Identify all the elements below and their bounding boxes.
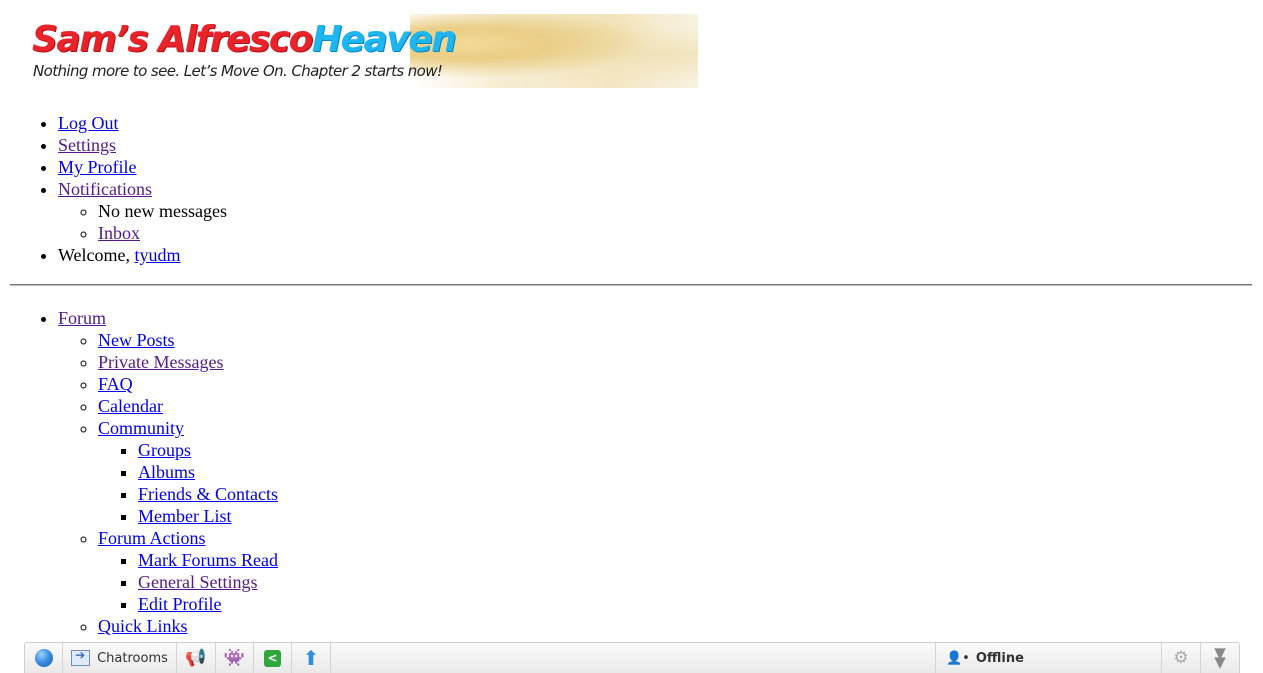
- forum-nav: Forum New Posts Private Messages FAQ Cal…: [18, 307, 278, 637]
- friends-contacts-link[interactable]: Friends & Contacts: [138, 484, 278, 504]
- scroll-top-button[interactable]: ⬆: [292, 643, 331, 673]
- settings-link[interactable]: Settings: [58, 135, 116, 155]
- faq-link[interactable]: FAQ: [98, 374, 133, 394]
- chat-home-button[interactable]: [25, 643, 63, 673]
- nav-item-friends-contacts: Friends & Contacts: [138, 483, 278, 505]
- mark-forums-read-link[interactable]: Mark Forums Read: [138, 550, 278, 570]
- collapse-icon: ▼ ▼: [1214, 644, 1226, 671]
- chatrooms-button[interactable]: Chatrooms: [63, 643, 177, 673]
- forum-link[interactable]: Forum: [58, 308, 106, 328]
- new-posts-link[interactable]: New Posts: [98, 330, 175, 350]
- no-new-messages-text: No new messages: [98, 200, 227, 222]
- banner-tagline: Nothing more to see. Let’s Move On. Chap…: [33, 62, 443, 80]
- invader-icon: 👾: [223, 647, 246, 668]
- private-messages-link[interactable]: Private Messages: [98, 352, 223, 372]
- welcome-item: Welcome, tyudm: [58, 244, 227, 266]
- inbox-link[interactable]: Inbox: [98, 223, 140, 243]
- menu-item-my-profile: My Profile: [58, 156, 227, 178]
- forum-actions-link[interactable]: Forum Actions: [98, 528, 206, 548]
- nav-item-mark-forums-read: Mark Forums Read: [138, 549, 278, 571]
- menu-item-inbox: Inbox: [98, 222, 227, 244]
- username-link[interactable]: tyudm: [135, 245, 181, 265]
- status-button[interactable]: 👤• Offline: [935, 643, 1161, 673]
- edit-profile-link[interactable]: Edit Profile: [138, 594, 222, 614]
- quick-links-link[interactable]: Quick Links: [98, 616, 188, 636]
- banner-title-part1: Sam’s Alfresco: [32, 19, 313, 60]
- groups-link[interactable]: Groups: [138, 440, 191, 460]
- nav-item-community: Community Groups Albums Friends & Contac…: [98, 417, 278, 527]
- games-button[interactable]: 👾: [216, 643, 254, 673]
- user-menu: Log Out Settings My Profile Notification…: [18, 112, 227, 266]
- nav-item-forum: Forum New Posts Private Messages FAQ Cal…: [58, 307, 278, 637]
- notifications-link[interactable]: Notifications: [58, 179, 152, 199]
- member-list-link[interactable]: Member List: [138, 506, 231, 526]
- status-label: Offline: [975, 650, 1024, 666]
- menu-item-log-out: Log Out: [58, 112, 227, 134]
- my-profile-link[interactable]: My Profile: [58, 157, 137, 177]
- nav-item-general-settings: General Settings: [138, 571, 278, 593]
- nav-item-groups: Groups: [138, 439, 278, 461]
- banner-title: Sam’s AlfrescoHeaven: [32, 19, 457, 60]
- gear-icon: ⚙: [1173, 647, 1189, 668]
- menu-item-notifications: Notifications No new messages Inbox: [58, 178, 227, 244]
- upload-arrow-icon: ⬆: [302, 646, 320, 670]
- general-settings-link[interactable]: General Settings: [138, 572, 257, 592]
- megaphone-icon: 📢: [185, 647, 207, 668]
- menu-item-settings: Settings: [58, 134, 227, 156]
- chat-bar: Chatrooms 📢 👾 < ⬆ 👤• Offline ⚙ ▼▼: [24, 642, 1240, 673]
- nav-item-quick-links: Quick Links: [98, 615, 278, 637]
- nav-item-faq: FAQ: [98, 373, 278, 395]
- share-icon: <: [264, 649, 281, 667]
- announcements-button[interactable]: 📢: [177, 643, 216, 673]
- site-banner[interactable]: Sam’s AlfrescoHeaven Nothing more to see…: [30, 14, 698, 88]
- nav-item-member-list: Member List: [138, 505, 278, 527]
- community-link[interactable]: Community: [98, 418, 184, 438]
- nav-item-private-messages: Private Messages: [98, 351, 278, 373]
- nav-item-edit-profile: Edit Profile: [138, 593, 278, 615]
- welcome-text: Welcome,: [58, 245, 135, 265]
- nav-item-albums: Albums: [138, 461, 278, 483]
- albums-link[interactable]: Albums: [138, 462, 195, 482]
- calendar-link[interactable]: Calendar: [98, 396, 163, 416]
- share-button[interactable]: <: [254, 643, 292, 673]
- chatrooms-icon: [71, 648, 91, 666]
- divider: [10, 284, 1252, 286]
- nav-item-new-posts: New Posts: [98, 329, 278, 351]
- settings-button[interactable]: ⚙: [1161, 643, 1201, 673]
- globe-icon: [34, 649, 53, 667]
- nav-item-calendar: Calendar: [98, 395, 278, 417]
- chatrooms-label: Chatrooms: [97, 650, 168, 666]
- banner-title-part2: Heaven: [311, 19, 457, 60]
- user-status-icon: 👤•: [946, 650, 970, 666]
- collapse-button[interactable]: ▼ ▼: [1201, 643, 1239, 673]
- log-out-link[interactable]: Log Out: [58, 113, 119, 133]
- nav-item-forum-actions: Forum Actions Mark Forums Read General S…: [98, 527, 278, 615]
